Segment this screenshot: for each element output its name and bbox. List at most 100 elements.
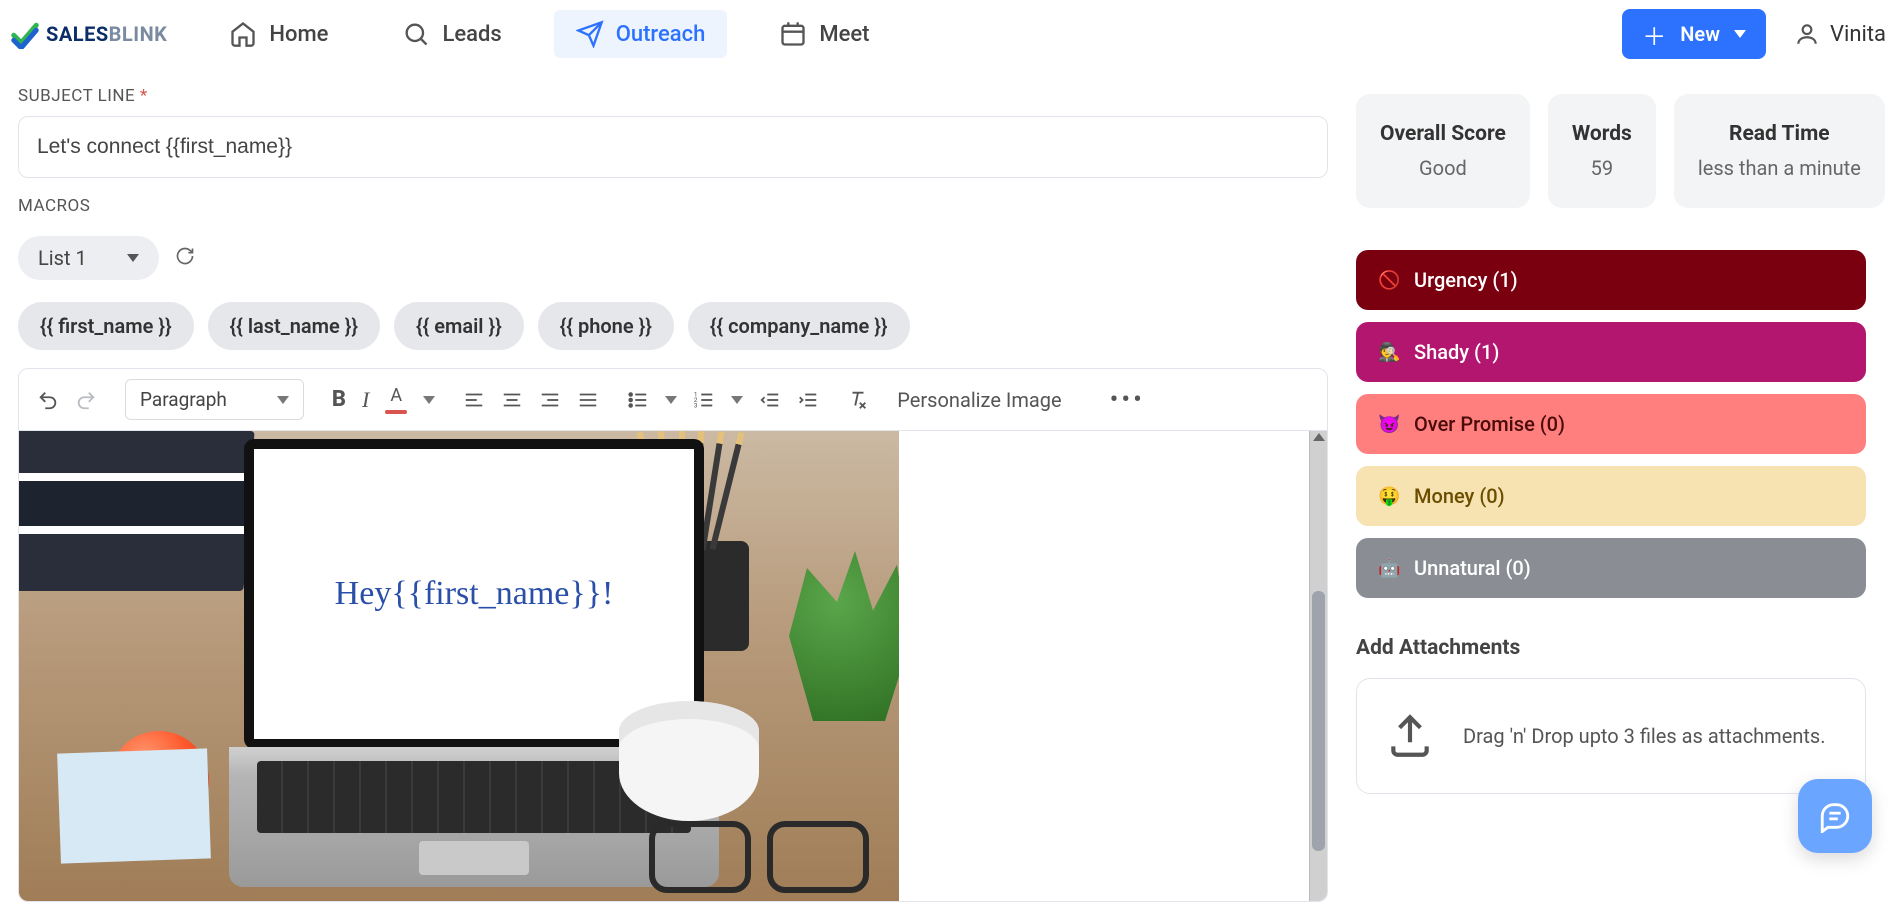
macro-list-selected: List 1 — [38, 246, 87, 270]
macro-chip[interactable]: {{ email }} — [394, 302, 524, 350]
align-center-button[interactable] — [501, 389, 523, 411]
refresh-icon[interactable] — [175, 246, 195, 270]
alert-label: Money (0) — [1414, 484, 1505, 508]
nav-outreach-label: Outreach — [616, 22, 706, 47]
subject-label: SUBJECT LINE * — [18, 86, 1328, 106]
image-overlay-text: Hey{{first_name}}! — [335, 575, 614, 613]
alert-urgency[interactable]: 🚫 Urgency (1) — [1356, 250, 1866, 310]
send-icon — [576, 20, 604, 48]
svg-text:3: 3 — [694, 401, 698, 409]
attachments-title: Add Attachments — [1356, 636, 1866, 660]
score-cards: Overall Score Good Words 59 Read Time le… — [1356, 94, 1866, 208]
macro-chip[interactable]: {{ company_name }} — [688, 302, 910, 350]
scroll-up-icon[interactable] — [1313, 433, 1325, 441]
nav-leads-label: Leads — [442, 22, 501, 47]
redo-button[interactable] — [75, 389, 97, 411]
logo-mark-icon — [10, 19, 40, 49]
alert-label: Shady (1) — [1414, 340, 1499, 364]
alert-shady[interactable]: 🕵️ Shady (1) — [1356, 322, 1866, 382]
macro-chip[interactable]: {{ phone }} — [538, 302, 674, 350]
card-value: Good — [1380, 156, 1506, 180]
over-promise-icon: 😈 — [1378, 414, 1400, 435]
chevron-down-icon — [277, 396, 289, 404]
macro-chip[interactable]: {{ last_name }} — [208, 302, 380, 350]
macro-chips: {{ first_name }} {{ last_name }} {{ emai… — [18, 302, 1328, 350]
search-icon — [402, 20, 430, 48]
card-value: less than a minute — [1698, 156, 1861, 180]
brand-name: SALESBLINK — [46, 22, 167, 46]
bullet-list-button[interactable] — [627, 389, 649, 411]
paragraph-dropdown[interactable]: Paragraph — [125, 379, 304, 420]
align-right-button[interactable] — [539, 389, 561, 411]
plus-icon: ＋ — [1642, 17, 1666, 52]
card-title: Overall Score — [1380, 122, 1506, 146]
alert-label: Urgency (1) — [1414, 268, 1518, 292]
macro-list-select[interactable]: List 1 — [18, 236, 159, 280]
align-left-button[interactable] — [463, 389, 485, 411]
words-card: Words 59 — [1548, 94, 1656, 208]
attachments-dropzone[interactable]: Drag 'n' Drop upto 3 files as attachment… — [1356, 678, 1866, 794]
user-icon — [1794, 21, 1820, 47]
unnatural-icon: 🤖 — [1378, 558, 1400, 579]
macro-chip[interactable]: {{ first_name }} — [18, 302, 194, 350]
editor-scrollbar[interactable] — [1309, 431, 1327, 901]
alert-over-promise[interactable]: 😈 Over Promise (0) — [1356, 394, 1866, 454]
clear-format-button[interactable] — [847, 389, 869, 411]
home-icon — [229, 20, 257, 48]
alert-label: Over Promise (0) — [1414, 412, 1565, 436]
required-marker: * — [140, 86, 148, 106]
urgency-icon: 🚫 — [1378, 270, 1400, 291]
chevron-down-icon — [1734, 30, 1746, 38]
calendar-icon — [779, 20, 807, 48]
new-button[interactable]: ＋ New — [1622, 9, 1766, 59]
scroll-thumb[interactable] — [1312, 591, 1325, 851]
user-name: Vinita — [1830, 22, 1886, 47]
indent-button[interactable] — [797, 389, 819, 411]
nav-items: Home Leads Outreach Meet — [207, 10, 891, 58]
card-title: Read Time — [1698, 122, 1861, 146]
editor-toolbar: Paragraph B I A — [19, 369, 1327, 431]
dropzone-hint: Drag 'n' Drop upto 3 files as attachment… — [1463, 724, 1826, 748]
editor: Paragraph B I A — [18, 368, 1328, 902]
nav-meet-label: Meet — [819, 22, 869, 47]
align-justify-button[interactable] — [577, 389, 599, 411]
personalized-image[interactable]: Hey{{first_name}}! — [19, 431, 899, 901]
money-icon: 🤑 — [1378, 486, 1400, 507]
user-menu[interactable]: Vinita — [1794, 21, 1886, 47]
subject-input[interactable] — [18, 116, 1328, 178]
shady-icon: 🕵️ — [1378, 342, 1400, 363]
card-value: 59 — [1572, 156, 1632, 180]
brand-logo[interactable]: SALESBLINK — [10, 19, 167, 49]
personalize-image-button[interactable]: Personalize Image — [897, 388, 1061, 412]
card-title: Words — [1572, 122, 1632, 146]
font-color-button[interactable]: A — [385, 385, 407, 414]
nav-home-label: Home — [269, 22, 328, 47]
spam-alerts: 🚫 Urgency (1) 🕵️ Shady (1) 😈 Over Promis… — [1356, 250, 1866, 598]
bold-button[interactable]: B — [332, 387, 346, 412]
top-nav: SALESBLINK Home Leads Outreach Meet ＋ Ne… — [0, 0, 1896, 68]
read-time-card: Read Time less than a minute — [1674, 94, 1885, 208]
nav-outreach[interactable]: Outreach — [554, 10, 728, 58]
nav-leads[interactable]: Leads — [380, 10, 523, 58]
alert-label: Unnatural (0) — [1414, 556, 1531, 580]
alert-money[interactable]: 🤑 Money (0) — [1356, 466, 1866, 526]
chevron-down-icon — [127, 254, 139, 262]
undo-button[interactable] — [37, 389, 59, 411]
chat-icon — [1818, 799, 1852, 833]
overall-score-card: Overall Score Good — [1356, 94, 1530, 208]
alert-unnatural[interactable]: 🤖 Unnatural (0) — [1356, 538, 1866, 598]
chevron-down-icon[interactable] — [731, 396, 743, 404]
chat-widget-button[interactable] — [1798, 779, 1872, 853]
new-button-label: New — [1680, 22, 1720, 46]
nav-meet[interactable]: Meet — [757, 10, 891, 58]
italic-button[interactable]: I — [362, 387, 369, 413]
editor-body[interactable]: Hey{{first_name}}! — [19, 431, 1327, 901]
outdent-button[interactable] — [759, 389, 781, 411]
paragraph-label: Paragraph — [140, 388, 227, 411]
nav-home[interactable]: Home — [207, 10, 350, 58]
more-options-button[interactable]: ••• — [1110, 385, 1145, 415]
macros-label: MACROS — [18, 196, 1328, 216]
chevron-down-icon[interactable] — [423, 396, 435, 404]
numbered-list-button[interactable]: 123 — [693, 389, 715, 411]
chevron-down-icon[interactable] — [665, 396, 677, 404]
